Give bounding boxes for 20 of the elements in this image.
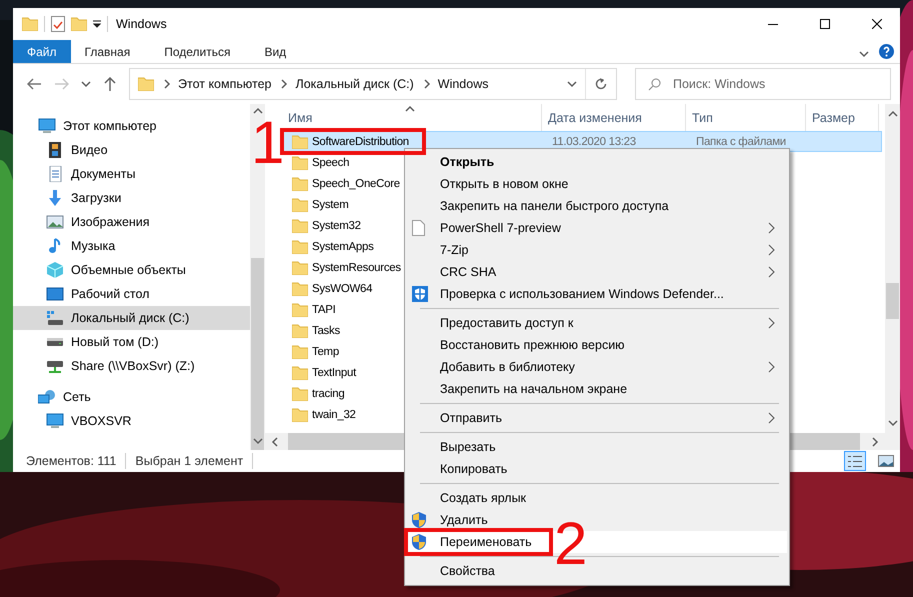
file-name: System32 (312, 220, 361, 232)
file-name: Temp (312, 346, 339, 358)
window-title: Windows (116, 17, 168, 31)
file-type: Папка с файлами (695, 136, 787, 148)
selection-count: Выбран 1 элемент (135, 454, 244, 468)
file-name: TextInput (312, 366, 356, 378)
file-name: System (312, 198, 349, 210)
file-name: SystemApps (312, 240, 374, 252)
file-name: SystemResources (312, 262, 401, 274)
item-count: Элементов: 111 (26, 454, 116, 468)
file-name: tracing (312, 388, 344, 400)
modified-date: 11.03.2020 13:23 (551, 136, 637, 148)
file-name: TAPI (312, 304, 336, 316)
file-name: Tasks (312, 324, 340, 336)
file-name: Speech_OneCore (312, 178, 400, 190)
step-number: 1 (251, 121, 284, 165)
file-name: SysWOW64 (312, 282, 372, 294)
file-name: SoftwareDistribution (312, 136, 409, 148)
file-name: twain_32 (312, 408, 356, 420)
file-name: Speech (312, 156, 350, 168)
